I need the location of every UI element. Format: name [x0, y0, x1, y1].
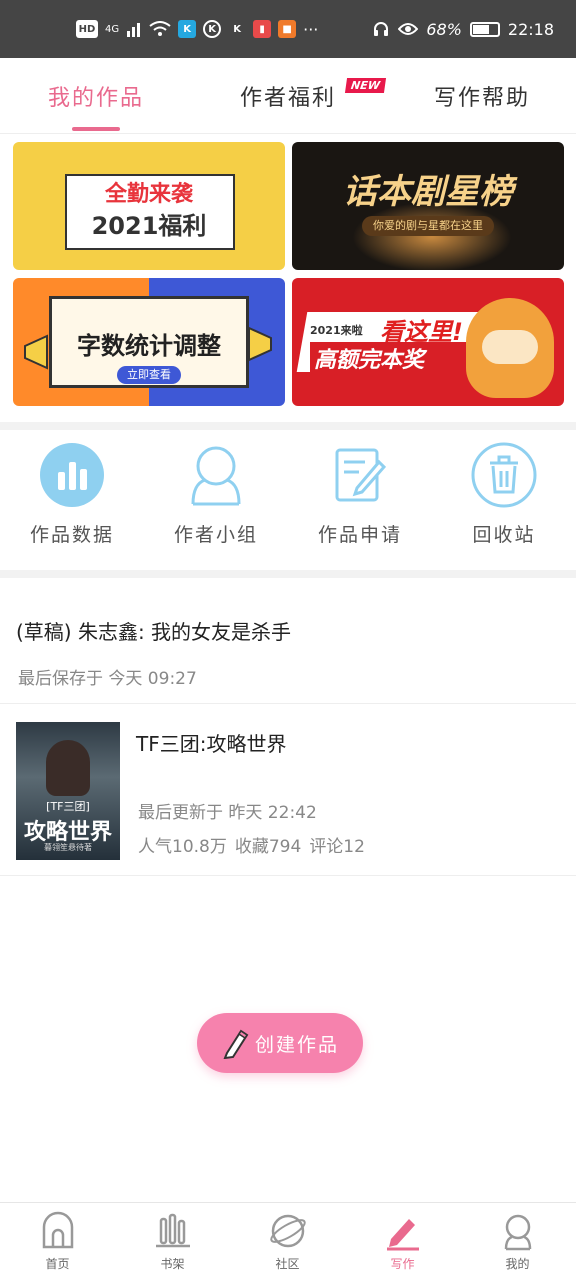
tab-writing-help[interactable]: 写作帮助: [434, 80, 530, 112]
section-divider: [0, 570, 576, 578]
edit-document-icon: [335, 448, 387, 502]
hd-indicator: HD: [76, 20, 98, 38]
nav-label: 书架: [160, 1257, 185, 1271]
eye-icon: [398, 23, 419, 35]
create-work-button[interactable]: 创建作品: [197, 1013, 363, 1073]
tab-my-works[interactable]: 我的作品: [48, 80, 144, 112]
top-tab-bar: 我的作品 作者福利 NEW 写作帮助: [0, 58, 576, 134]
nav-label: 首页: [45, 1257, 70, 1271]
signal-bars-icon: [127, 23, 141, 37]
draft-title: (草稿) 朱志鑫: 我的女友是杀手: [16, 620, 292, 644]
work-popularity: 人气10.8万: [138, 837, 227, 857]
work-cover: [TF三团] 攻略世界 暮翎笙悬待著: [16, 722, 120, 860]
nav-label: 社区: [275, 1257, 300, 1271]
group-icon: [191, 446, 241, 506]
banner-word-count-title: 字数统计调整: [77, 332, 221, 360]
ox-mascot-face: [482, 330, 538, 364]
bottom-navigation: 首页 书架 社区 写作 我的: [0, 1202, 576, 1280]
bar-chart-icon: [40, 443, 104, 507]
quick-actions: 作品数据 作者小组 作品申请 回收站: [0, 442, 576, 570]
app-k-icon: K: [178, 20, 197, 38]
nav-bookshelf[interactable]: 书架: [115, 1211, 230, 1272]
profile-icon: [504, 1214, 531, 1251]
banner-attendance[interactable]: 全勤来袭 2021福利: [13, 142, 285, 270]
action-label: 作品数据: [29, 524, 114, 546]
banner-drama-ranking[interactable]: 话本剧星榜 你爱的剧与星都在这里: [292, 142, 564, 270]
banner-attendance-line2: 2021福利: [91, 212, 207, 240]
nav-profile[interactable]: 我的: [460, 1211, 575, 1272]
app-book-icon: ▮: [253, 20, 272, 38]
more-notifications-icon: ···: [303, 19, 319, 39]
create-work-label: 创建作品: [254, 1033, 339, 1056]
new-badge: NEW: [344, 78, 386, 93]
app-k-plain-icon: K: [233, 23, 241, 35]
cover-author: 暮翎笙悬待著: [44, 843, 92, 852]
pen-icon: [386, 1219, 419, 1251]
banner-view-now-button[interactable]: 立即查看: [117, 366, 181, 384]
community-planet-icon: [269, 1214, 306, 1248]
banner-word-count[interactable]: 字数统计调整 立即查看: [13, 278, 285, 406]
banner-drama-subtitle: 你爱的剧与星都在这里: [362, 216, 494, 236]
action-recycle-bin[interactable]: 回收站: [432, 442, 576, 547]
tab-author-benefits[interactable]: 作者福利: [240, 80, 336, 112]
work-favorites: 收藏794: [234, 837, 302, 857]
home-icon: [42, 1211, 73, 1249]
pencil-icon: [223, 1029, 249, 1059]
work-title: TF三团:攻略世界: [136, 732, 287, 756]
banner-completion-award[interactable]: 2021来啦 看这里! 高额完本奖: [292, 278, 564, 406]
bookshelf-icon: [155, 1213, 190, 1248]
headphones-icon: [374, 22, 389, 36]
status-bar: HD 4G K K K ▮ ■ ··· 68% 22:18: [0, 0, 576, 58]
signal-icon: 4G: [105, 23, 120, 35]
nav-home[interactable]: 首页: [0, 1211, 115, 1272]
app-k-circle-icon: K: [203, 20, 222, 38]
clock: 22:18: [507, 19, 554, 39]
nav-label: 我的: [505, 1257, 530, 1271]
trash-icon: [471, 442, 537, 508]
draft-saved-time: 最后保存于 今天 09:27: [18, 669, 197, 689]
section-divider: [0, 422, 576, 430]
action-work-data[interactable]: 作品数据: [0, 442, 144, 547]
nav-write[interactable]: 写作: [345, 1211, 460, 1272]
action-author-group[interactable]: 作者小组: [144, 442, 288, 547]
battery-icon: [469, 21, 500, 37]
work-item[interactable]: [TF三团] 攻略世界 暮翎笙悬待著 TF三团:攻略世界 最后更新于 昨天 22…: [0, 704, 576, 876]
nav-label: 写作: [390, 1257, 415, 1271]
cover-tag: [TF三团]: [46, 800, 90, 813]
app-orange-icon: ■: [278, 20, 297, 38]
action-work-application[interactable]: 作品申请: [288, 442, 432, 547]
cover-figure: [46, 740, 90, 796]
banner-completion-title: 高额完本奖: [310, 342, 470, 374]
active-tab-indicator: [72, 127, 120, 131]
banner-attendance-line1: 全勤来袭: [104, 182, 193, 207]
banner-drama-title: 话本剧星榜: [343, 172, 513, 212]
work-updated-time: 最后更新于 昨天 22:42: [138, 803, 317, 823]
action-label: 作者小组: [173, 524, 258, 546]
nav-community[interactable]: 社区: [230, 1211, 345, 1272]
wifi-icon: [149, 21, 171, 36]
action-label: 作品申请: [317, 524, 402, 546]
work-comments: 评论12: [309, 837, 365, 857]
battery-percent: 68%: [426, 19, 462, 39]
banner-completion-tag: 2021来啦: [310, 324, 363, 337]
work-stats: 人气10.8万 收藏794 评论12: [138, 832, 365, 857]
draft-work-item[interactable]: (草稿) 朱志鑫: 我的女友是杀手 最后保存于 今天 09:27: [0, 586, 576, 704]
action-label: 回收站: [472, 524, 536, 546]
